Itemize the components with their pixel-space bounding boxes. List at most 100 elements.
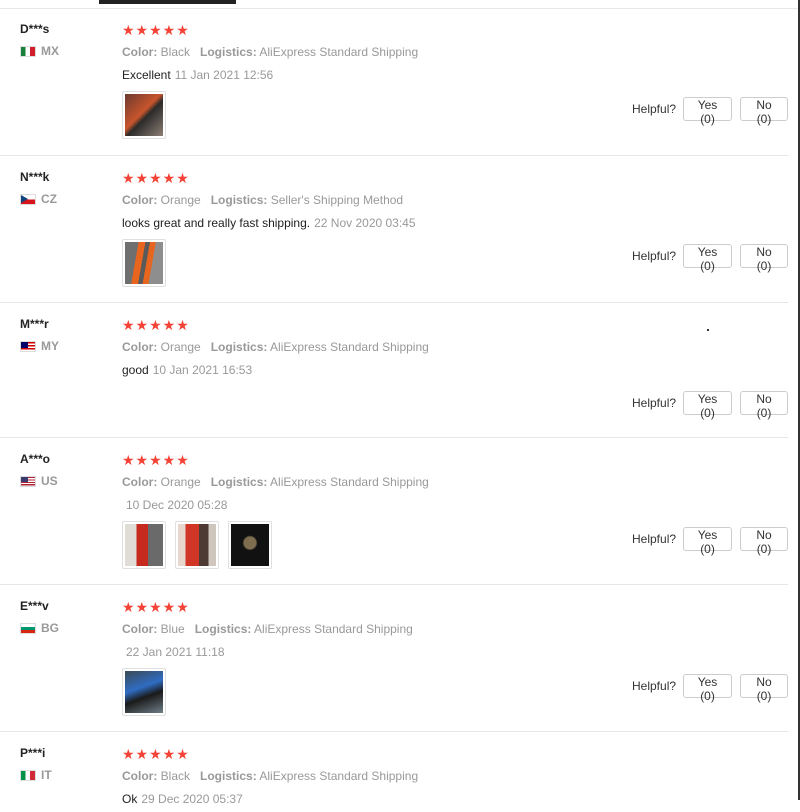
helpful-yes-button[interactable]: Yes (0) bbox=[683, 674, 733, 703]
logistics-label: Logistics: bbox=[210, 475, 268, 489]
helpful-label: Helpful? bbox=[632, 249, 677, 263]
review-item: M***r MY ★★★★★ Color: Orange Logistics: A… bbox=[0, 303, 789, 438]
review-item: D***s MX ★★★★★ Color: Black Logistics: Al… bbox=[0, 8, 789, 156]
review-date: 29 Dec 2020 05:37 bbox=[141, 792, 243, 806]
star-rating: ★★★★★ bbox=[122, 599, 190, 615]
reviewer-country: CZ bbox=[20, 192, 57, 206]
color-value: Black bbox=[160, 769, 191, 783]
bulgaria-flag-icon bbox=[20, 622, 36, 634]
reviewer-name: E***v bbox=[20, 599, 49, 613]
helpful-yes-button[interactable]: Yes (0) bbox=[683, 97, 733, 126]
review-user: P***i IT bbox=[20, 746, 52, 782]
review-attributes: Color: Blue Logistics: AliExpress Standar… bbox=[122, 621, 762, 637]
reviewer-name: D***s bbox=[20, 22, 50, 36]
reviewer-country: MX bbox=[20, 44, 59, 58]
review-item: N***k CZ ★★★★★ Color: Orange Logistics: S… bbox=[0, 156, 789, 303]
review-user: D***s MX bbox=[20, 22, 59, 58]
helpful-no-button[interactable]: No (0) bbox=[740, 391, 789, 420]
review-attributes: Color: Orange Logistics: AliExpress Stand… bbox=[122, 474, 762, 490]
helpful-yes-button[interactable]: Yes (0) bbox=[683, 244, 733, 273]
review-feedback: Ok 29 Dec 2020 05:37 bbox=[122, 791, 762, 807]
review-text: Excellent bbox=[122, 68, 171, 82]
color-label: Color: bbox=[122, 769, 158, 783]
logistics-label: Logistics: bbox=[194, 622, 252, 636]
helpful-yes-button[interactable]: Yes (0) bbox=[683, 391, 733, 420]
reviewer-name: M***r bbox=[20, 317, 49, 331]
country-code: IT bbox=[41, 768, 52, 782]
logistics-label: Logistics: bbox=[210, 193, 268, 207]
logistics-value: AliExpress Standard Shipping bbox=[259, 45, 419, 59]
review-user: M***r MY bbox=[20, 317, 59, 353]
color-value: Orange bbox=[160, 475, 201, 489]
star-rating: ★★★★★ bbox=[122, 452, 190, 468]
logistics-label: Logistics: bbox=[200, 45, 257, 59]
italy-flag-icon bbox=[20, 769, 36, 781]
reviewer-name: N***k bbox=[20, 170, 50, 184]
active-tab-indicator bbox=[99, 0, 236, 4]
reviewer-country: BG bbox=[20, 621, 59, 635]
review-date: 22 Nov 2020 03:45 bbox=[314, 216, 416, 230]
helpful-no-button[interactable]: No (0) bbox=[740, 527, 789, 556]
stray-dot bbox=[707, 329, 709, 331]
helpful-label: Helpful? bbox=[632, 532, 677, 546]
logistics-value: AliExpress Standard Shipping bbox=[254, 622, 413, 636]
reviewer-name: P***i bbox=[20, 746, 46, 760]
review-item: A***o US ★★★★★ Color: Orange Logistics: A… bbox=[0, 438, 789, 585]
review-date: 10 Dec 2020 05:28 bbox=[126, 498, 228, 512]
color-value: Blue bbox=[160, 622, 185, 636]
review-content: ★★★★★ Color: Black Logistics: AliExpress … bbox=[122, 22, 762, 139]
country-code: US bbox=[41, 474, 58, 488]
review-photo-thumbnail[interactable] bbox=[122, 668, 166, 716]
reviewer-country: IT bbox=[20, 768, 52, 782]
review-date: 22 Jan 2021 11:18 bbox=[126, 645, 225, 659]
review-attributes: Color: Black Logistics: AliExpress Standa… bbox=[122, 768, 762, 784]
country-code: BG bbox=[41, 621, 59, 635]
helpful-no-button[interactable]: No (0) bbox=[740, 674, 789, 703]
country-code: CZ bbox=[41, 192, 57, 206]
review-photo-thumbnail[interactable] bbox=[175, 521, 219, 569]
czech-flag-icon bbox=[20, 193, 36, 205]
review-feedback: 10 Dec 2020 05:28 bbox=[122, 497, 762, 513]
color-label: Color: bbox=[122, 340, 158, 354]
logistics-value: AliExpress Standard Shipping bbox=[259, 769, 419, 783]
review-photo-thumbnail[interactable] bbox=[122, 239, 166, 287]
reviewer-country: MY bbox=[20, 339, 59, 353]
review-attributes: Color: Black Logistics: AliExpress Standa… bbox=[122, 44, 762, 60]
review-text: looks great and really fast shipping. bbox=[122, 216, 311, 230]
review-content: ★★★★★ Color: Orange Logistics: AliExpress… bbox=[122, 317, 762, 378]
helpful-votes: Helpful? Yes (0) No (0) bbox=[632, 527, 789, 556]
review-user: N***k CZ bbox=[20, 170, 57, 206]
star-rating: ★★★★★ bbox=[122, 317, 190, 333]
star-rating: ★★★★★ bbox=[122, 22, 190, 38]
review-text: good bbox=[122, 363, 149, 377]
helpful-label: Helpful? bbox=[632, 102, 677, 116]
color-label: Color: bbox=[122, 622, 158, 636]
review-item: P***i IT ★★★★★ Color: Black Logistics: Al… bbox=[0, 732, 788, 812]
review-photo-thumbnail[interactable] bbox=[228, 521, 272, 569]
helpful-votes: Helpful? Yes (0) No (0) bbox=[632, 391, 789, 420]
helpful-yes-button[interactable]: Yes (0) bbox=[683, 527, 733, 556]
helpful-no-button[interactable]: No (0) bbox=[740, 244, 789, 273]
color-value: Orange bbox=[160, 340, 201, 354]
review-content: ★★★★★ Color: Orange Logistics: AliExpress… bbox=[122, 452, 762, 569]
color-label: Color: bbox=[122, 45, 158, 59]
color-value: Black bbox=[160, 45, 191, 59]
helpful-votes: Helpful? Yes (0) No (0) bbox=[632, 97, 789, 126]
usa-flag-icon bbox=[20, 475, 36, 487]
review-feedback: good 10 Jan 2021 16:53 bbox=[122, 362, 762, 378]
helpful-label: Helpful? bbox=[632, 396, 677, 410]
review-feedback: looks great and really fast shipping. 22 … bbox=[122, 215, 762, 231]
helpful-no-button[interactable]: No (0) bbox=[740, 97, 789, 126]
review-user: A***o US bbox=[20, 452, 58, 488]
logistics-value: Seller's Shipping Method bbox=[270, 193, 404, 207]
review-date: 10 Jan 2021 16:53 bbox=[152, 363, 253, 377]
logistics-label: Logistics: bbox=[210, 340, 268, 354]
logistics-value: AliExpress Standard Shipping bbox=[270, 475, 429, 489]
logistics-value: AliExpress Standard Shipping bbox=[270, 340, 429, 354]
color-label: Color: bbox=[122, 475, 158, 489]
review-attributes: Color: Orange Logistics: Seller's Shippin… bbox=[122, 192, 762, 208]
helpful-label: Helpful? bbox=[632, 679, 677, 693]
review-photo-thumbnail[interactable] bbox=[122, 91, 166, 139]
review-photo-thumbnail[interactable] bbox=[122, 521, 166, 569]
review-user: E***v BG bbox=[20, 599, 59, 635]
